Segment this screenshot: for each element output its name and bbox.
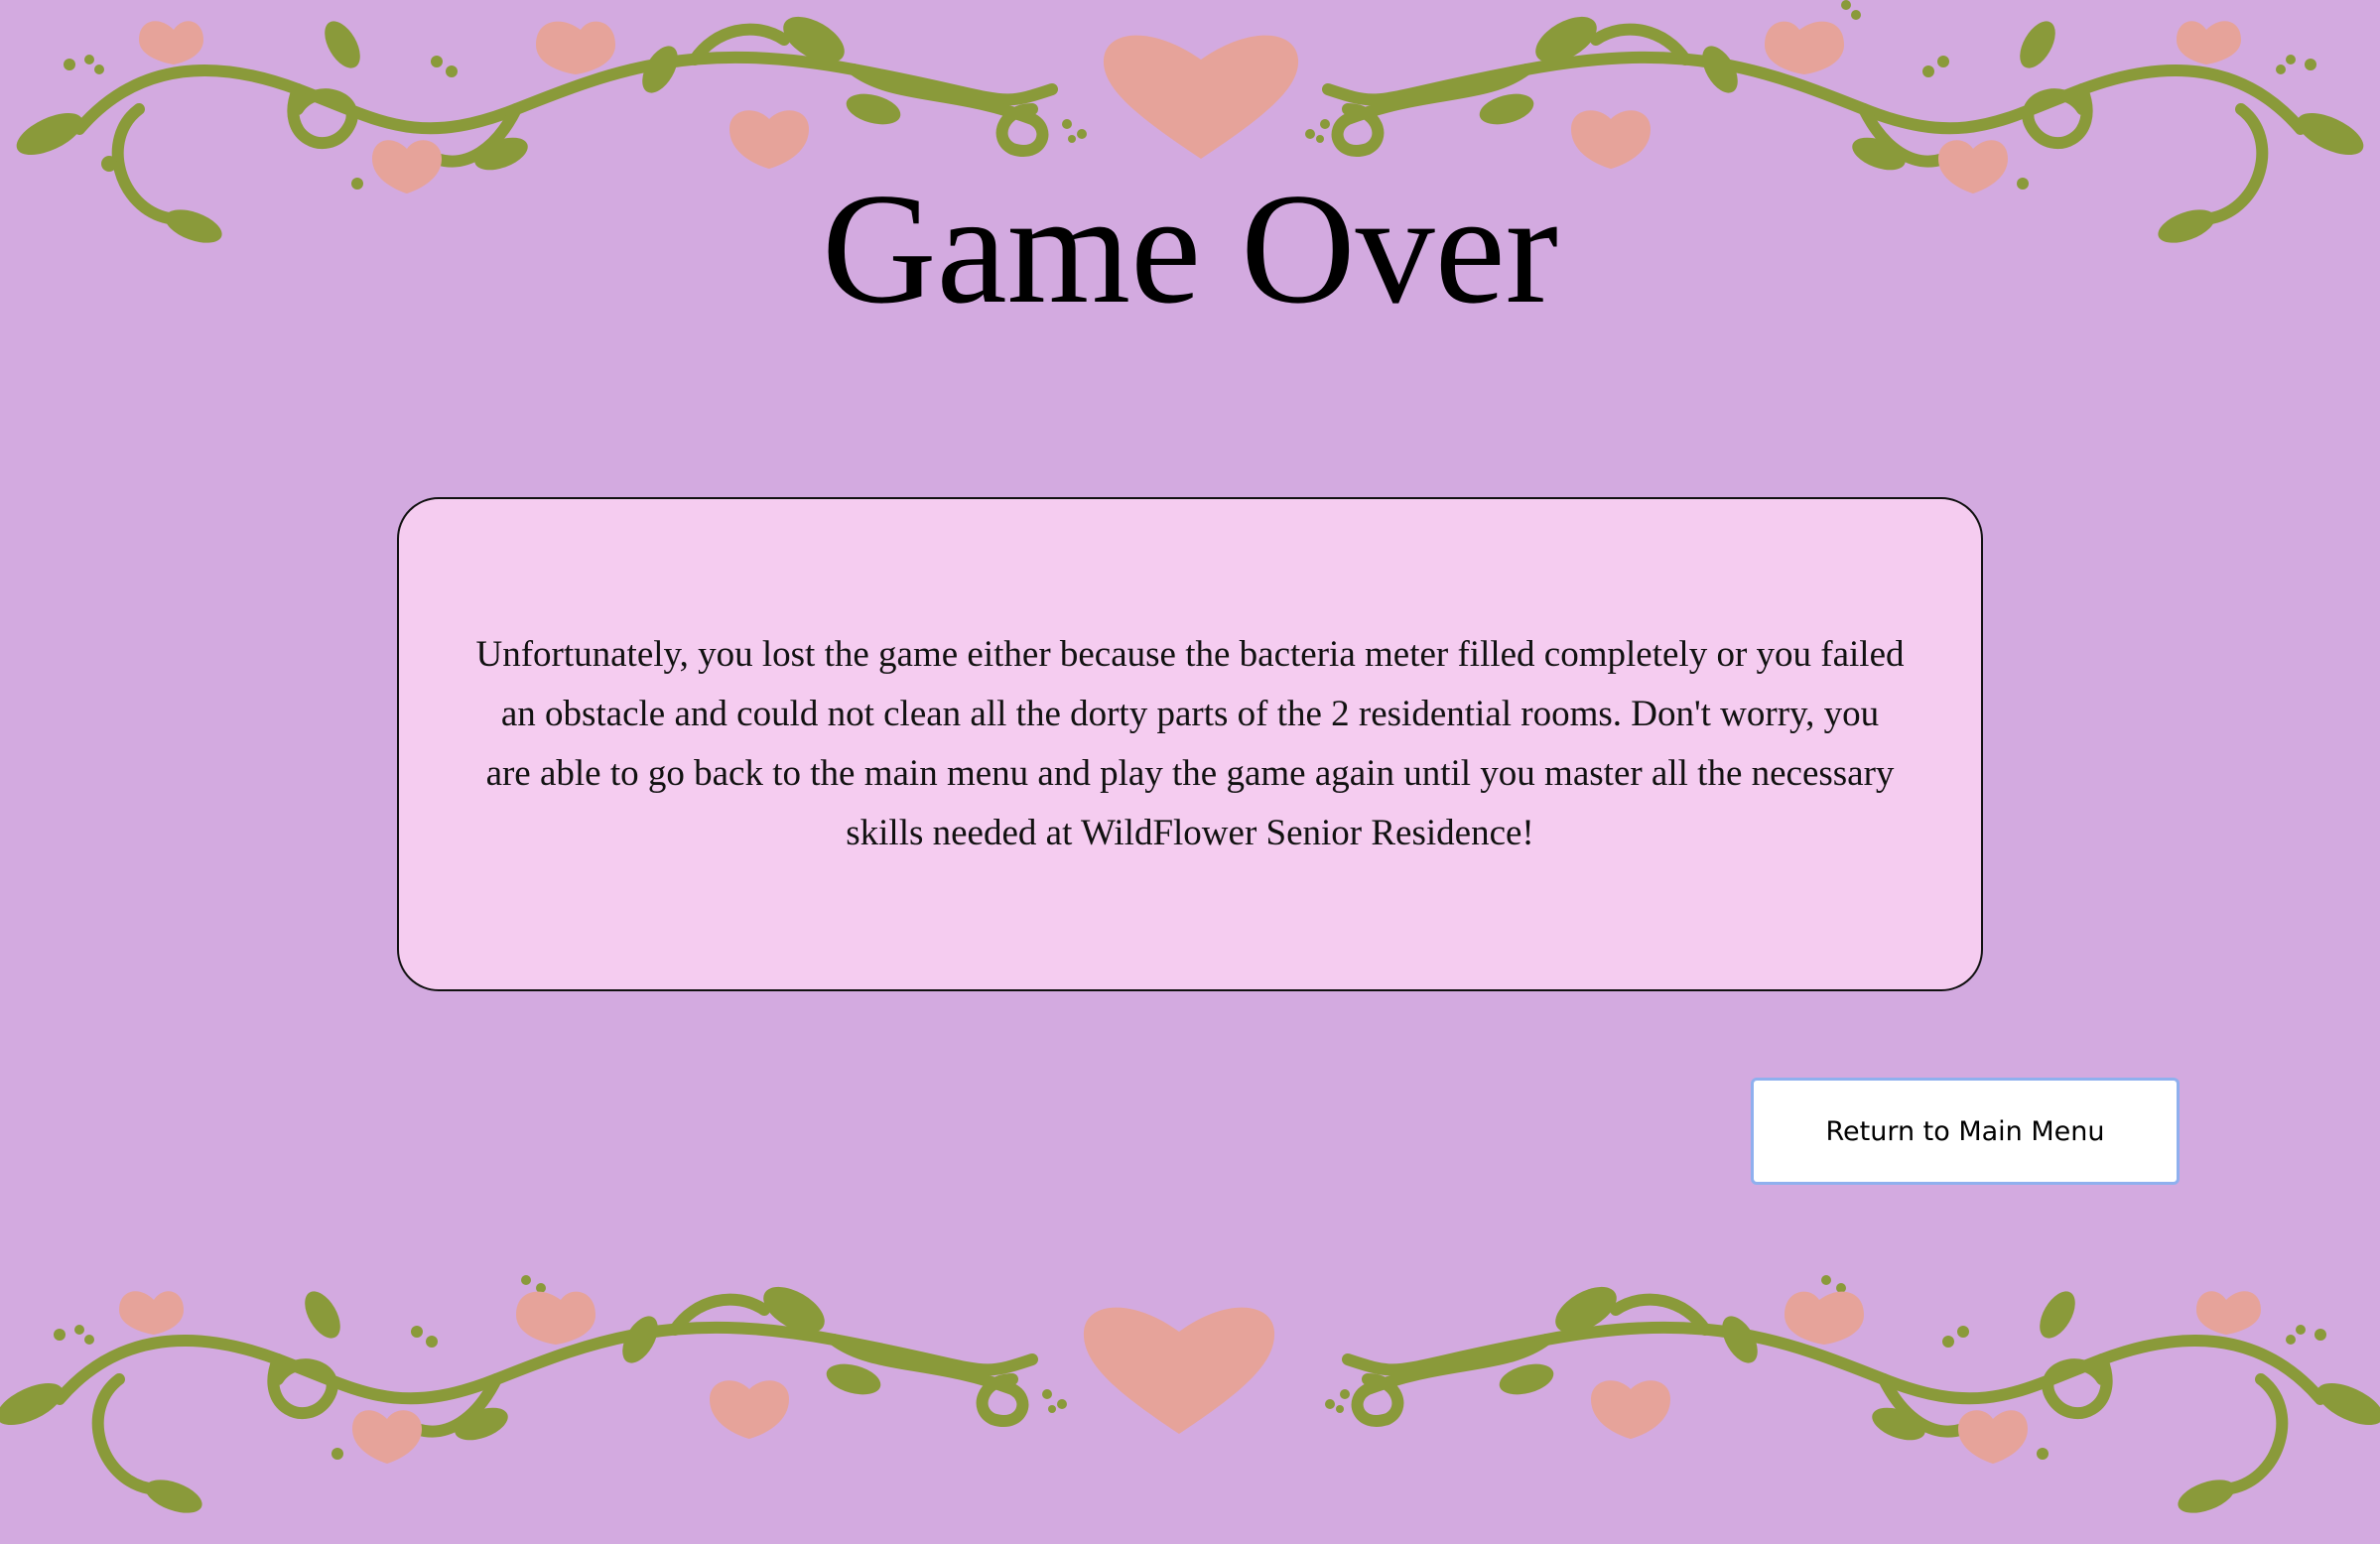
heart-icon bbox=[1083, 1307, 1275, 1434]
bottom-floral-border bbox=[0, 1275, 2380, 1513]
heart-icon bbox=[1103, 35, 1299, 159]
game-over-title: Game Over bbox=[822, 160, 1558, 336]
game-over-screen: Game Over Unfortunately, you lost the ga… bbox=[0, 0, 2380, 1544]
return-to-main-menu-button[interactable]: Return to Main Menu bbox=[1751, 1078, 2180, 1185]
game-over-message: Unfortunately, you lost the game either … bbox=[475, 634, 1905, 853]
message-panel: Unfortunately, you lost the game either … bbox=[397, 497, 1983, 991]
